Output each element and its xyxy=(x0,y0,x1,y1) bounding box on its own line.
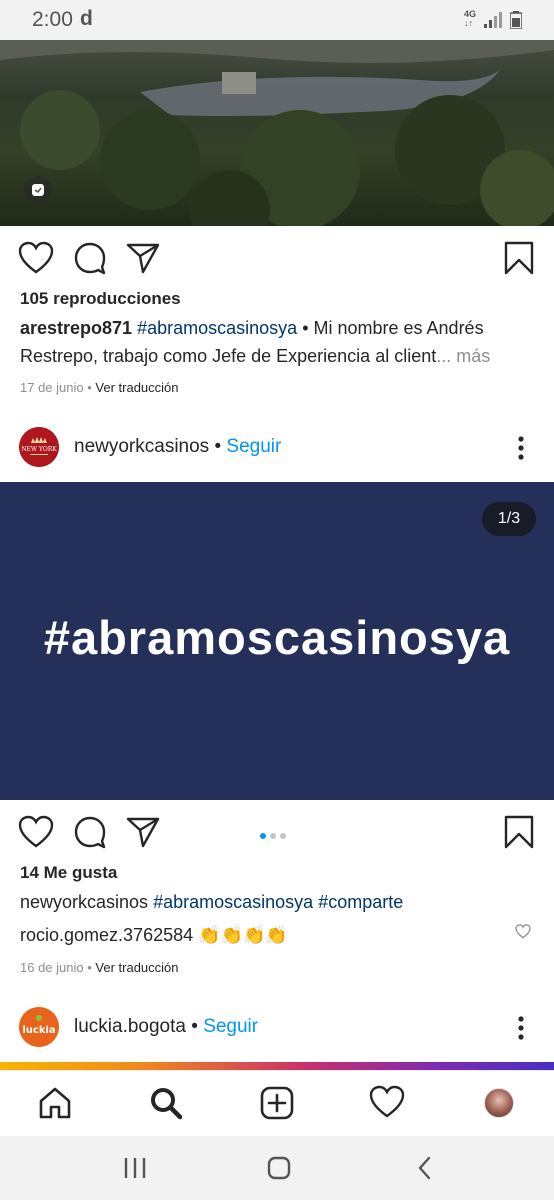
activity-heart-icon[interactable] xyxy=(369,1085,405,1121)
reels-icon xyxy=(24,176,52,204)
post3-header: luckia luckia.bogota • Seguir xyxy=(0,998,554,1058)
caption-hashtag[interactable]: #abramoscasinosya xyxy=(137,318,297,338)
like-heart-icon[interactable] xyxy=(18,815,54,849)
comment-like-heart-icon[interactable] xyxy=(515,924,531,939)
svg-text:NEW YORK: NEW YORK xyxy=(21,446,57,453)
avatar[interactable]: NEW YORK xyxy=(19,427,59,467)
follow-button[interactable]: Seguir xyxy=(203,1016,258,1037)
more-options-icon[interactable] xyxy=(516,435,526,461)
post2-meta: 16 de junio • Ver traducción xyxy=(20,960,179,975)
comment-icon[interactable] xyxy=(73,241,107,275)
translate-link[interactable]: Ver traducción xyxy=(95,380,178,395)
save-bookmark-icon[interactable] xyxy=(504,815,534,849)
network-4g-icon: 4G ↓↑ xyxy=(464,9,477,28)
comment-username[interactable]: rocio.gomez.3762584 xyxy=(20,925,193,945)
post2-header: NEW YORK newyorkcasinos • Seguir xyxy=(0,418,554,478)
comment-row: rocio.gomez.3762584 👏👏👏👏 xyxy=(20,925,288,946)
recent-apps-icon[interactable] xyxy=(122,1154,148,1182)
avatar xyxy=(484,1088,514,1118)
profile-avatar[interactable] xyxy=(481,1085,517,1121)
follow-button[interactable]: Seguir xyxy=(226,436,281,457)
caption-hashtag[interactable]: #comparte xyxy=(318,892,403,912)
svg-text:luckia: luckia xyxy=(22,1025,55,1036)
caption-username[interactable]: arestrepo871 xyxy=(20,318,132,338)
carousel-dot xyxy=(280,833,286,839)
comment-icon[interactable] xyxy=(73,815,107,849)
status-time: 2:00 xyxy=(32,8,73,31)
share-send-icon[interactable] xyxy=(126,816,160,848)
post3-username-line: luckia.bogota • Seguir xyxy=(74,1016,259,1037)
carousel-dot-active xyxy=(260,833,266,839)
post1-caption-line1: arestrepo871 #abramoscasinosya • Mi nomb… xyxy=(20,318,484,339)
caption-username[interactable]: newyorkcasinos xyxy=(20,892,148,912)
search-icon[interactable] xyxy=(148,1085,184,1121)
home-icon[interactable] xyxy=(37,1085,73,1121)
caption-text: • Mi nombre es Andrés xyxy=(297,318,484,338)
like-heart-icon[interactable] xyxy=(18,241,54,275)
carousel-counter: 1/3 xyxy=(482,502,536,536)
post-carousel-image[interactable]: #abramoscasinosya xyxy=(0,482,554,800)
username[interactable]: newyorkcasinos xyxy=(74,436,209,457)
post2-username-line: newyorkcasinos • Seguir xyxy=(74,436,282,457)
home-button-icon[interactable] xyxy=(266,1154,292,1182)
post1-caption-line2: Restrepo, trabajo como Jefe de Experienc… xyxy=(20,346,490,367)
views-count: 105 reproducciones xyxy=(20,289,181,308)
carousel-dots xyxy=(260,826,290,844)
translate-link[interactable]: Ver traducción xyxy=(95,960,178,975)
luckia-logo-icon: luckia xyxy=(19,1007,59,1047)
battery-icon xyxy=(510,11,522,29)
username[interactable]: luckia.bogota xyxy=(74,1016,186,1037)
bottom-nav xyxy=(0,1070,554,1136)
post-date: 17 de junio xyxy=(20,380,84,395)
new-post-icon[interactable] xyxy=(259,1085,295,1121)
post-date: 16 de junio xyxy=(20,960,84,975)
system-nav-bar xyxy=(0,1136,554,1200)
video-landscape xyxy=(0,40,554,226)
signal-icon xyxy=(484,12,502,28)
comment-text: 👏👏👏👏 xyxy=(198,925,288,945)
post2-caption: newyorkcasinos #abramoscasinosya #compar… xyxy=(20,892,403,913)
save-bookmark-icon[interactable] xyxy=(504,241,534,275)
newyork-logo-icon: NEW YORK xyxy=(19,427,59,467)
status-bar: 2:00 d 4G ↓↑ xyxy=(0,0,554,40)
next-post-image-edge xyxy=(0,1062,554,1070)
post1-actions xyxy=(0,236,554,280)
post1-meta: 17 de junio • Ver traducción xyxy=(20,380,179,395)
back-icon[interactable] xyxy=(412,1154,438,1182)
notification-icon: d xyxy=(80,7,93,30)
caption-text: Restrepo, trabajo como Jefe de Experienc… xyxy=(20,346,437,366)
carousel-image-text: #abramoscasinosya xyxy=(43,611,511,664)
post-video[interactable] xyxy=(0,40,554,226)
more-link[interactable]: ... más xyxy=(436,346,490,366)
avatar[interactable]: luckia xyxy=(19,1007,59,1047)
likes-count[interactable]: 14 Me gusta xyxy=(20,863,117,883)
more-options-icon[interactable] xyxy=(516,1015,526,1041)
carousel-dot xyxy=(270,833,276,839)
caption-hashtag[interactable]: #abramoscasinosya xyxy=(153,892,313,912)
share-send-icon[interactable] xyxy=(126,242,160,274)
